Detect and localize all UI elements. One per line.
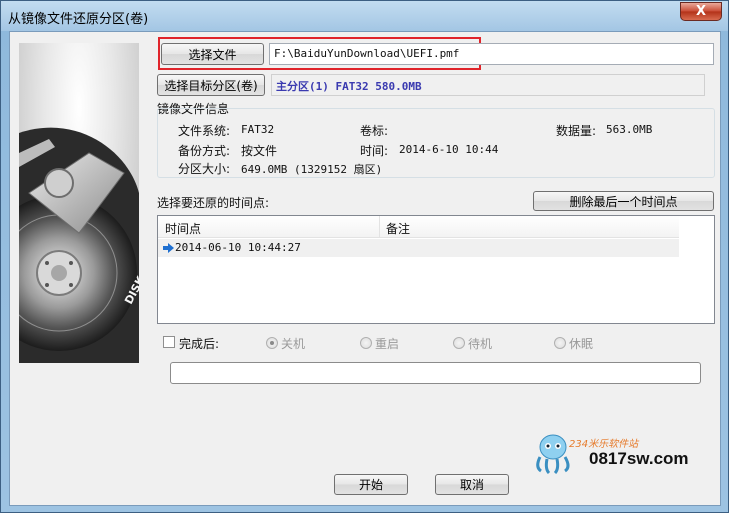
- close-button[interactable]: X: [680, 2, 722, 21]
- cancel-button[interactable]: 取消: [435, 474, 509, 495]
- restore-points-list[interactable]: 时间点 备注 2014-06-10 10:44:27: [157, 215, 715, 324]
- progress-bar: [170, 362, 701, 384]
- dialog-window: 从镜像文件还原分区(卷) X DISK 选择文件 F:\BaiduYunDown…: [0, 0, 729, 513]
- column-header-time[interactable]: 时间点: [165, 220, 201, 237]
- file-path-input[interactable]: F:\BaiduYunDownload\UEFI.pmf: [269, 43, 714, 65]
- standby-radio[interactable]: [453, 337, 465, 349]
- shutdown-label: 关机: [281, 337, 306, 351]
- choose-file-button[interactable]: 选择文件: [161, 43, 264, 65]
- close-icon: X: [695, 4, 707, 19]
- column-header-note[interactable]: 备注: [386, 220, 410, 237]
- restart-radio[interactable]: [360, 337, 372, 349]
- restart-label: 重启: [375, 337, 400, 351]
- row-time: 2014-06-10 10:44:27: [175, 241, 301, 254]
- restore-points-label: 选择要还原的时间点:: [157, 196, 270, 210]
- choose-target-button[interactable]: 选择目标分区(卷): [157, 74, 265, 96]
- disk-genius-art: DISK GENIUS: [19, 43, 139, 363]
- start-button[interactable]: 开始: [334, 474, 408, 495]
- standby-label: 待机: [468, 337, 493, 351]
- after-complete-label: 完成后:: [179, 337, 220, 351]
- data-size-label: 数据量:: [556, 124, 597, 138]
- backup-mode-label: 备份方式:: [178, 144, 231, 158]
- title-bar[interactable]: 从镜像文件还原分区(卷) X: [1, 1, 728, 31]
- after-complete-checkbox[interactable]: [163, 336, 175, 348]
- volume-label: 卷标:: [360, 124, 389, 138]
- partition-size-value: 649.0MB (1329152 扇区): [241, 163, 383, 176]
- time-value: 2014-6-10 10:44: [399, 143, 499, 156]
- arrow-right-icon: [163, 243, 174, 253]
- partition-size-label: 分区大小:: [178, 162, 231, 176]
- time-label: 时间:: [360, 144, 389, 158]
- fs-value: FAT32: [241, 123, 275, 136]
- watermark-site-text: 0817sw.com: [589, 449, 689, 468]
- window-title: 从镜像文件还原分区(卷): [8, 12, 149, 27]
- hard-disk-icon: DISK GENIUS: [19, 127, 139, 363]
- list-header: 时间点 备注: [158, 216, 679, 238]
- target-partition-field: 主分区(1) FAT32 580.0MB: [271, 74, 705, 96]
- backup-mode-value: 按文件: [241, 144, 278, 158]
- hibernate-label: 休眠: [569, 337, 594, 351]
- table-row[interactable]: 2014-06-10 10:44:27: [158, 239, 679, 257]
- delete-last-point-button[interactable]: 删除最后一个时间点: [533, 191, 714, 211]
- hibernate-radio[interactable]: [554, 337, 566, 349]
- data-size-value: 563.0MB: [606, 123, 653, 136]
- fs-label: 文件系统:: [178, 124, 231, 138]
- watermark-cn-text: 234米乐软件站: [569, 439, 639, 450]
- shutdown-radio[interactable]: [266, 337, 278, 349]
- column-divider[interactable]: [379, 216, 380, 238]
- site-watermark: 234米乐软件站 0817sw.com: [531, 431, 721, 476]
